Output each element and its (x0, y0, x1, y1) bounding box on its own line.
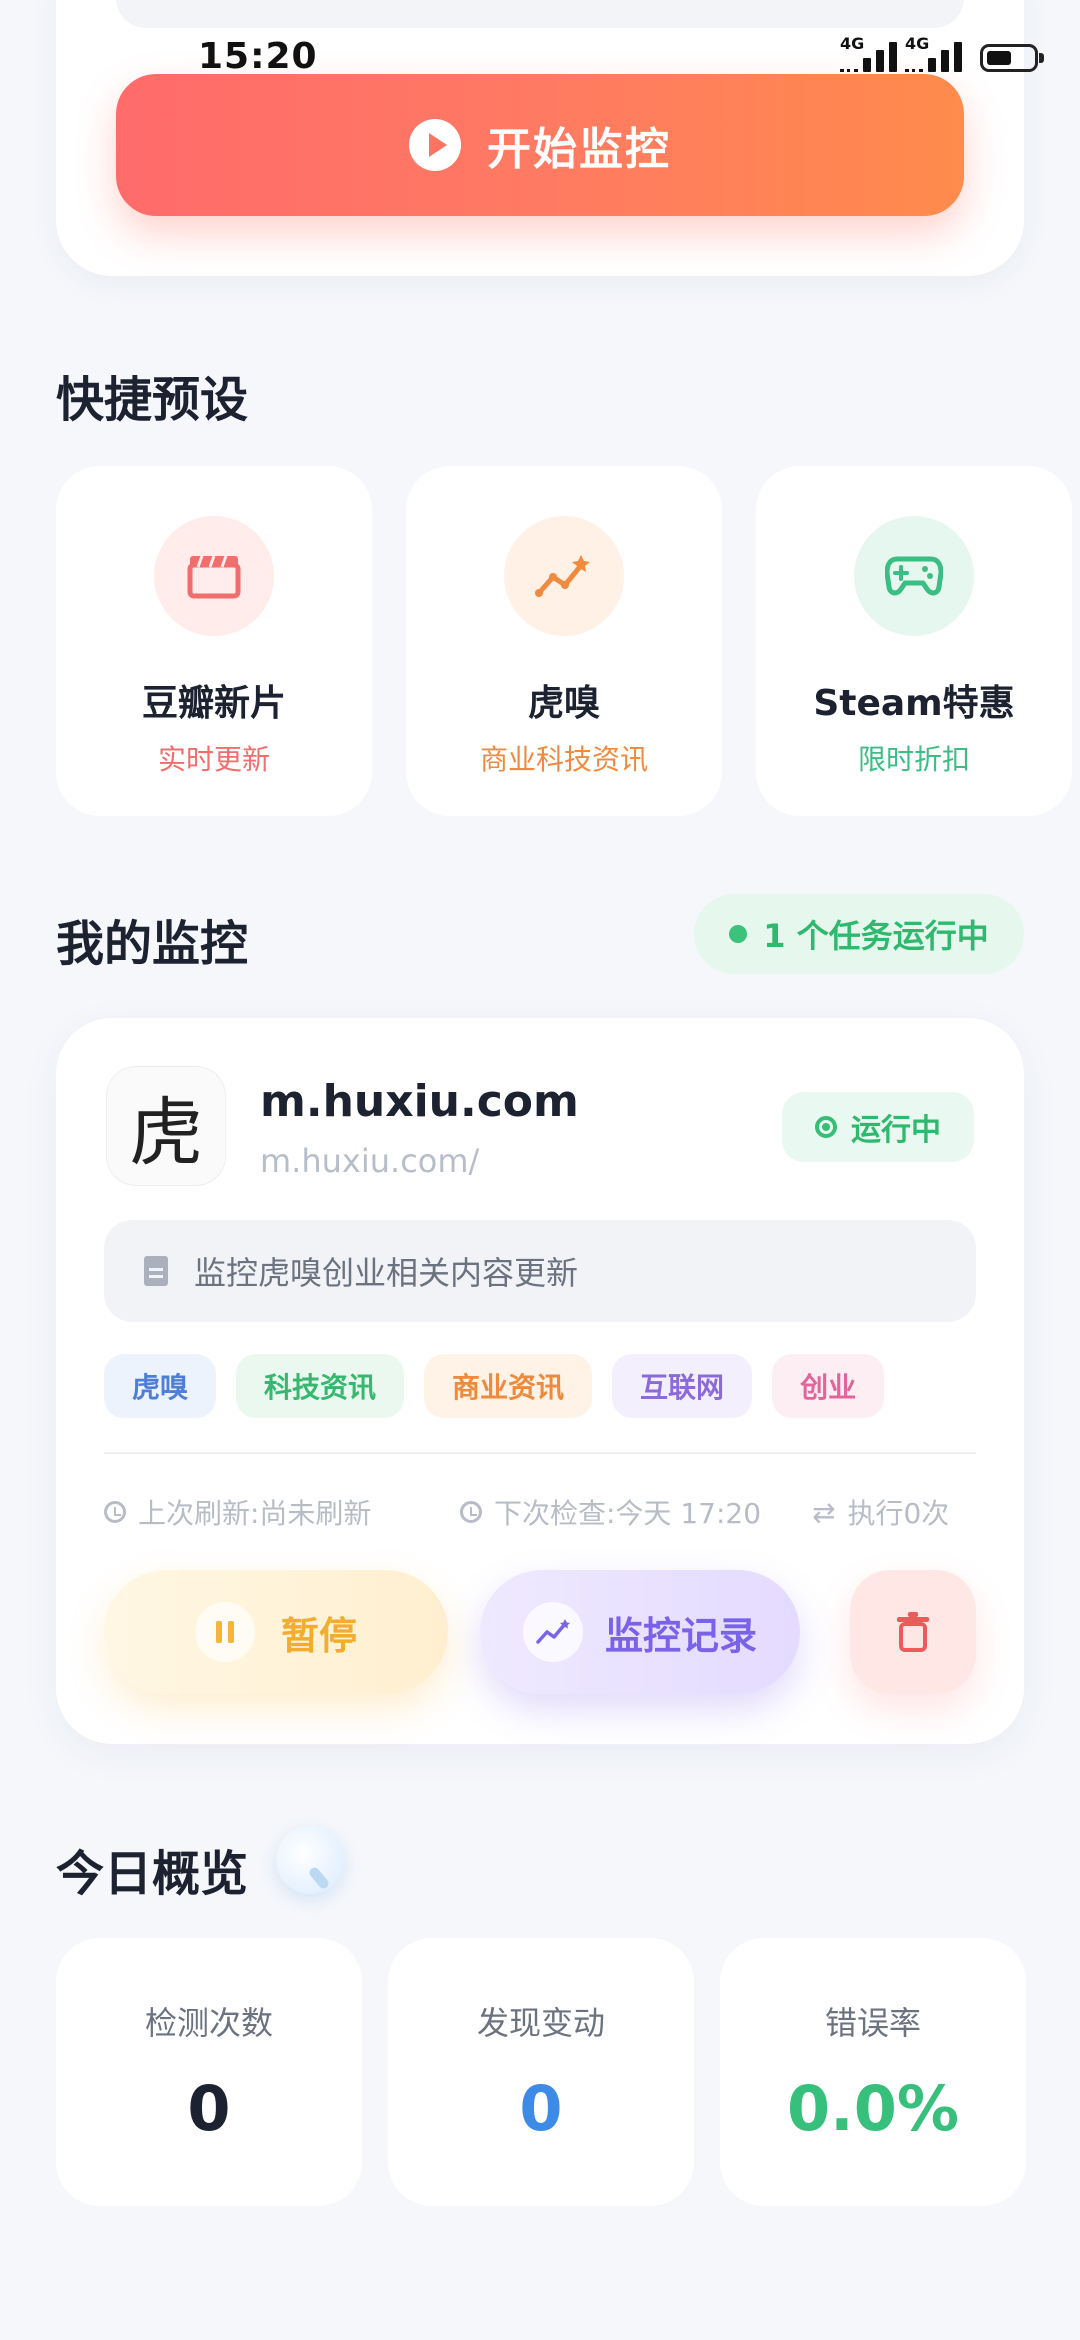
tag[interactable]: 创业 (772, 1354, 885, 1418)
exec-count: ⇄ 执行0次 (812, 1492, 949, 1532)
preset-subtitle: 实时更新 (157, 743, 270, 776)
trend-chart-icon (504, 516, 624, 636)
status-dot-icon (729, 925, 748, 943)
magnifier-icon (276, 1826, 344, 1894)
status-bar: 15:20 4G 4G (0, 0, 1080, 110)
pause-label: 暂停 (280, 1613, 357, 1658)
last-refresh-text: 上次刷新:尚未刷新 (138, 1497, 372, 1530)
presets-title: 快捷预设 (56, 372, 249, 428)
tag[interactable]: 科技资讯 (236, 1354, 405, 1418)
radio-ring-icon (815, 1116, 837, 1138)
stat-value: 0 (519, 2072, 563, 2145)
gamepad-icon (854, 516, 974, 636)
pause-icon (194, 1602, 255, 1662)
status-time: 15:20 (198, 36, 318, 77)
delete-button[interactable] (850, 1570, 976, 1694)
network-type-label: 4G (905, 34, 930, 53)
stat-value: 0.0% (787, 2072, 959, 2145)
clock-icon (460, 1501, 482, 1523)
site-name: m.huxiu.com (260, 1076, 579, 1127)
monitor-card[interactable]: 虎 m.huxiu.com m.huxiu.com/ 运行中 监控虎嗅创业相关内… (56, 1018, 1024, 1744)
start-monitor-label: 开始监控 (487, 124, 671, 175)
running-tasks-label: 1 个任务运行中 (763, 917, 989, 955)
history-icon (104, 1501, 126, 1523)
running-tasks-badge: 1 个任务运行中 (694, 894, 1024, 974)
preset-name: Steam特惠 (813, 683, 1015, 724)
battery-icon (980, 44, 1044, 72)
preset-name: 虎嗅 (527, 683, 600, 724)
stat-label: 发现变动 (476, 2004, 605, 2042)
signal-icon: 4G (840, 34, 897, 72)
site-url: m.huxiu.com/ (260, 1142, 480, 1180)
preset-card-huxiu[interactable]: 虎嗅 商业科技资讯 (406, 466, 722, 816)
last-refresh: 上次刷新:尚未刷新 (104, 1492, 371, 1532)
monitor-log-button[interactable]: 监控记录 (480, 1570, 800, 1694)
signal-icon: 4G (905, 34, 962, 72)
monitor-description: 监控虎嗅创业相关内容更新 (104, 1220, 976, 1322)
trash-icon (897, 1612, 929, 1652)
repeat-icon: ⇄ (812, 1495, 836, 1529)
site-logo: 虎 (106, 1066, 226, 1186)
tag[interactable]: 商业资讯 (424, 1354, 593, 1418)
pause-button[interactable]: 暂停 (104, 1570, 448, 1694)
document-icon (144, 1256, 168, 1286)
tag[interactable]: 虎嗅 (104, 1354, 217, 1418)
divider (104, 1452, 976, 1454)
stat-card-checks: 检测次数 0 (56, 1938, 362, 2206)
preset-subtitle: 限时折扣 (857, 743, 970, 776)
preset-card-douban[interactable]: 豆瓣新片 实时更新 (56, 466, 372, 816)
play-icon (409, 119, 461, 171)
status-icons: 4G 4G (840, 34, 1044, 72)
my-monitors-title: 我的监控 (56, 916, 249, 972)
clapperboard-icon (154, 516, 274, 636)
stat-label: 检测次数 (144, 2004, 273, 2042)
monitor-status-badge: 运行中 (782, 1092, 974, 1162)
tag[interactable]: 互联网 (612, 1354, 753, 1418)
exec-count-text: 执行0次 (847, 1497, 950, 1530)
overview-title: 今日概览 (56, 1846, 249, 1902)
preset-card-steam[interactable]: Steam特惠 限时折扣 (756, 466, 1072, 816)
monitor-description-text: 监控虎嗅创业相关内容更新 (194, 1254, 579, 1292)
stat-card-error-rate: 错误率 0.0% (720, 1938, 1026, 2206)
preset-name: 豆瓣新片 (141, 683, 286, 724)
monitor-tags: 虎嗅 科技资讯 商业资讯 互联网 创业 (104, 1354, 885, 1418)
stat-card-changes: 发现变动 0 (388, 1938, 694, 2206)
monitor-log-label: 监控记录 (604, 1613, 757, 1658)
stat-label: 错误率 (824, 2004, 921, 2042)
network-type-label: 4G (840, 34, 865, 53)
sparkle-chart-icon (522, 1602, 583, 1662)
preset-subtitle: 商业科技资讯 (479, 743, 648, 776)
next-check: 下次检查:今天 17:20 (460, 1492, 761, 1532)
stat-value: 0 (187, 2072, 231, 2145)
next-check-text: 下次检查:今天 17:20 (494, 1497, 762, 1530)
monitor-status-label: 运行中 (851, 1113, 941, 1148)
